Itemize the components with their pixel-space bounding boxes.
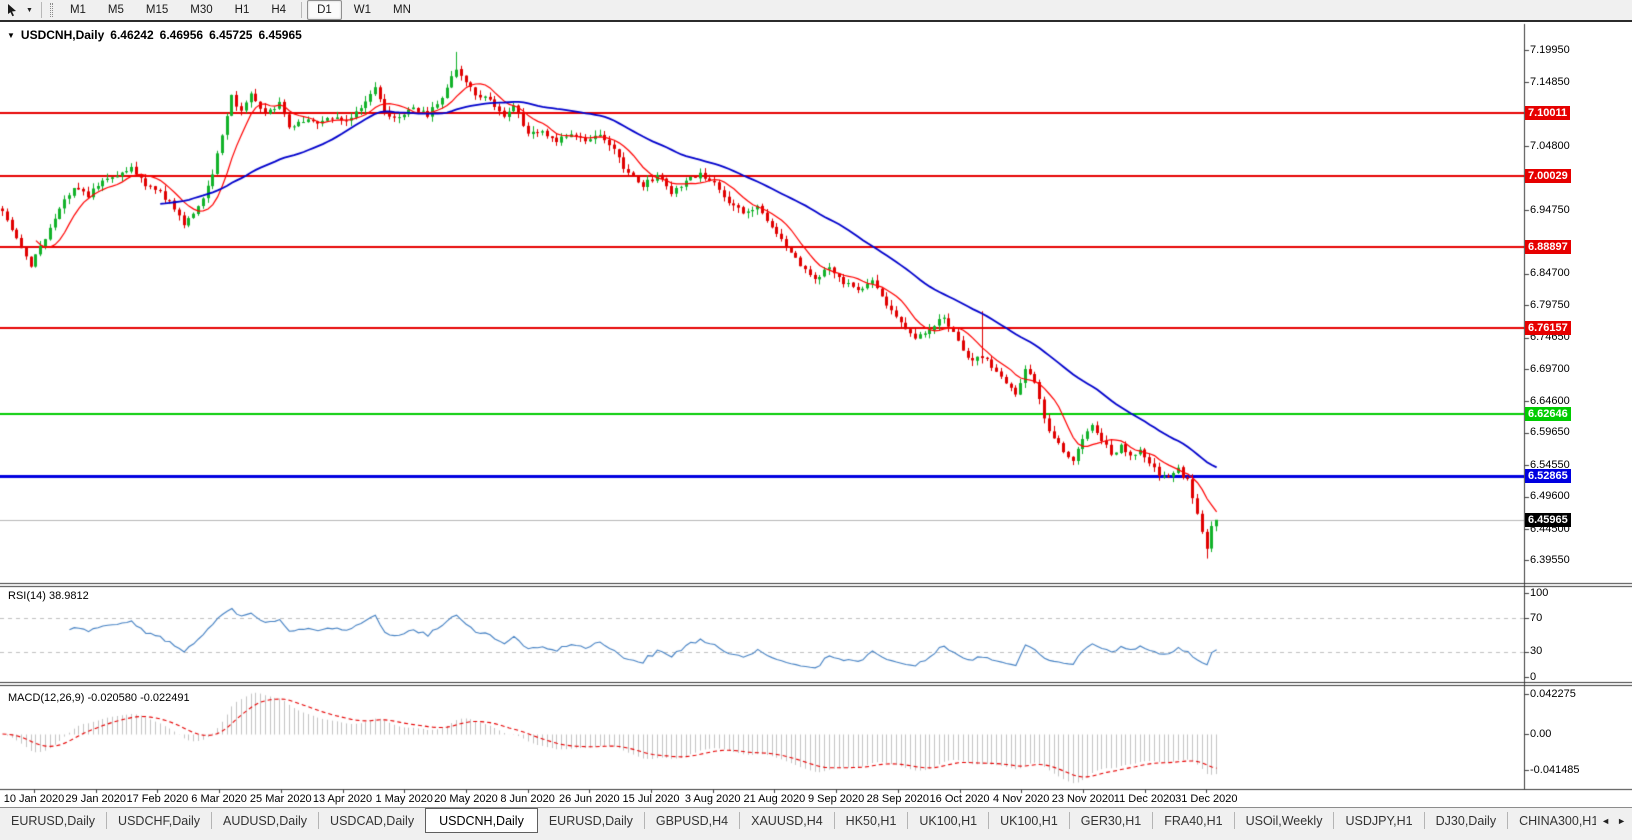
hline-price-label[interactable]: 6.76157 bbox=[1525, 321, 1571, 335]
macd-name: MACD(12,26,9) bbox=[8, 692, 84, 704]
bottom-strip bbox=[0, 833, 1632, 840]
date-tick-label: 25 Mar 2020 bbox=[250, 793, 312, 805]
timeframe-button-m1[interactable]: M1 bbox=[60, 0, 96, 20]
date-tick-label: 4 Nov 2020 bbox=[993, 793, 1049, 805]
tab-scroll-left-icon[interactable]: ◄ bbox=[1601, 816, 1610, 826]
price-chart-canvas[interactable] bbox=[0, 0, 1632, 840]
date-tick-label: 23 Nov 2020 bbox=[1052, 793, 1114, 805]
cursor-tool-button[interactable] bbox=[0, 0, 22, 20]
date-tick-label: 28 Sep 2020 bbox=[867, 793, 929, 805]
price-tick-label: 6.94750 bbox=[1530, 204, 1570, 217]
timeframe-button-d1[interactable]: D1 bbox=[307, 0, 342, 20]
date-tick-label: 6 Mar 2020 bbox=[191, 793, 247, 805]
chart-tab-usdjpy-h1[interactable]: USDJPY,H1 bbox=[1333, 812, 1423, 829]
chart-tab-uk100-h1[interactable]: UK100,H1 bbox=[988, 812, 1069, 829]
ohlc-high: 6.46956 bbox=[160, 28, 203, 42]
chart-tab-hk50-h1[interactable]: HK50,H1 bbox=[834, 812, 908, 829]
macd-tick-label: -0.041485 bbox=[1530, 764, 1580, 777]
rsi-tick-label: 0 bbox=[1530, 671, 1536, 684]
rsi-tick-label: 70 bbox=[1530, 612, 1542, 625]
chart-tab-audusd-daily[interactable]: AUDUSD,Daily bbox=[211, 812, 318, 829]
chart-tab-china300-h1[interactable]: CHINA300,H1 bbox=[1507, 812, 1609, 829]
price-tick-label: 6.69700 bbox=[1530, 363, 1570, 376]
chart-tab-usoil-weekly[interactable]: USOil,Weekly bbox=[1234, 812, 1334, 829]
price-tick-label: 6.39550 bbox=[1530, 554, 1570, 567]
tab-scroll-controls: ◄ ► bbox=[1596, 807, 1632, 833]
ohlc-close: 6.45965 bbox=[258, 28, 301, 42]
ohlc-open: 6.46242 bbox=[110, 28, 153, 42]
price-tick-label: 7.04800 bbox=[1530, 140, 1570, 153]
timeframe-button-w1[interactable]: W1 bbox=[344, 0, 381, 20]
collapse-triangle-icon[interactable]: ▼ bbox=[7, 31, 15, 40]
tab-scroll-right-icon[interactable]: ► bbox=[1617, 816, 1626, 826]
timeframe-buttons: M1M5M15M30H1H4 D1W1MN bbox=[59, 0, 422, 20]
rsi-indicator-label: RSI(14) 38.9812 bbox=[8, 590, 89, 602]
timeframe-toolbar: ▼ M1M5M15M30H1H4 D1W1MN bbox=[0, 0, 1632, 22]
price-tick-label: 7.19950 bbox=[1530, 44, 1570, 57]
timeframe-button-m5[interactable]: M5 bbox=[98, 0, 134, 20]
chart-tab-ger30-h1[interactable]: GER30,H1 bbox=[1069, 812, 1152, 829]
toolbar-separator bbox=[301, 2, 302, 18]
current-price-label: 6.45965 bbox=[1525, 513, 1571, 527]
chart-tab-usdcad-daily[interactable]: USDCAD,Daily bbox=[318, 812, 425, 829]
macd-tick-label: 0.00 bbox=[1530, 728, 1551, 741]
date-tick-label: 1 May 2020 bbox=[375, 793, 432, 805]
chart-tab-fra40-h1[interactable]: FRA40,H1 bbox=[1152, 812, 1233, 829]
chevron-down-icon[interactable]: ▼ bbox=[22, 7, 37, 14]
macd-tick-label: 0.042275 bbox=[1530, 688, 1576, 701]
date-tick-label: 8 Jun 2020 bbox=[500, 793, 554, 805]
ohlc-low: 6.45725 bbox=[209, 28, 252, 42]
price-tick-label: 6.79750 bbox=[1530, 299, 1570, 312]
chart-tab-xauusd-h4[interactable]: XAUUSD,H4 bbox=[739, 812, 834, 829]
trading-terminal: ▼ M1M5M15M30H1H4 D1W1MN ▼ USDCNH,Daily 6.… bbox=[0, 0, 1632, 840]
chart-tab-eurusd-daily[interactable]: EURUSD,Daily bbox=[538, 812, 644, 829]
price-tick-label: 6.49600 bbox=[1530, 490, 1570, 503]
macd-main-value: -0.020580 bbox=[87, 692, 137, 704]
date-tick-label: 13 Apr 2020 bbox=[313, 793, 372, 805]
timeframe-button-mn[interactable]: MN bbox=[383, 0, 421, 20]
date-tick-label: 29 Jan 2020 bbox=[65, 793, 126, 805]
rsi-name: RSI(14) bbox=[8, 590, 46, 602]
timeframe-button-m30[interactable]: M30 bbox=[180, 0, 222, 20]
price-tick-label: 6.59650 bbox=[1530, 426, 1570, 439]
rsi-value: 38.9812 bbox=[49, 590, 89, 602]
date-tick-label: 10 Jan 2020 bbox=[4, 793, 65, 805]
toolbar-drag-grip[interactable] bbox=[50, 3, 53, 17]
date-tick-label: 16 Oct 2020 bbox=[930, 793, 990, 805]
chart-tab-gbpusd-h4[interactable]: GBPUSD,H4 bbox=[644, 812, 739, 829]
date-tick-label: 20 May 2020 bbox=[434, 793, 498, 805]
date-tick-label: 3 Aug 2020 bbox=[685, 793, 741, 805]
chart-tab-usdcnh-daily[interactable]: USDCNH,Daily bbox=[425, 808, 538, 833]
toolbar-separator bbox=[41, 2, 42, 18]
date-tick-label: 9 Sep 2020 bbox=[808, 793, 864, 805]
macd-indicator-label: MACD(12,26,9) -0.020580 -0.022491 bbox=[8, 692, 190, 704]
date-tick-label: 26 Jun 2020 bbox=[559, 793, 620, 805]
date-tick-label: 11 Dec 2020 bbox=[1114, 793, 1176, 805]
symbol-period-label: USDCNH,Daily bbox=[21, 28, 104, 42]
hline-price-label[interactable]: 6.62646 bbox=[1525, 407, 1571, 421]
hline-price-label[interactable]: 7.10011 bbox=[1525, 106, 1570, 120]
hline-price-label[interactable]: 6.88897 bbox=[1525, 240, 1571, 254]
date-tick-label: 31 Dec 2020 bbox=[1175, 793, 1237, 805]
price-tick-label: 6.84700 bbox=[1530, 267, 1570, 280]
date-tick-label: 21 Aug 2020 bbox=[743, 793, 805, 805]
price-tick-label: 7.14850 bbox=[1530, 76, 1570, 89]
rsi-tick-label: 100 bbox=[1530, 587, 1548, 600]
date-tick-label: 17 Feb 2020 bbox=[127, 793, 189, 805]
chart-tab-eurusd-daily[interactable]: EURUSD,Daily bbox=[0, 812, 106, 829]
chart-tab-uk100-h1[interactable]: UK100,H1 bbox=[907, 812, 988, 829]
timeframe-button-h1[interactable]: H1 bbox=[225, 0, 260, 20]
timeframe-button-h4[interactable]: H4 bbox=[261, 0, 296, 20]
chart-tab-usdchf-daily[interactable]: USDCHF,Daily bbox=[106, 812, 211, 829]
chart-tab-dj30-daily[interactable]: DJ30,Daily bbox=[1424, 812, 1507, 829]
rsi-tick-label: 30 bbox=[1530, 645, 1542, 658]
hline-price-label[interactable]: 6.52865 bbox=[1525, 469, 1571, 483]
macd-signal-value: -0.022491 bbox=[140, 692, 190, 704]
date-tick-label: 15 Jul 2020 bbox=[623, 793, 680, 805]
chart-tab-bar: EURUSD,DailyUSDCHF,DailyAUDUSD,DailyUSDC… bbox=[0, 807, 1632, 833]
timeframe-button-m15[interactable]: M15 bbox=[136, 0, 178, 20]
cursor-icon bbox=[6, 3, 18, 17]
chart-title: ▼ USDCNH,Daily 6.46242 6.46956 6.45725 6… bbox=[7, 28, 302, 42]
hline-price-label[interactable]: 7.00029 bbox=[1525, 169, 1571, 183]
